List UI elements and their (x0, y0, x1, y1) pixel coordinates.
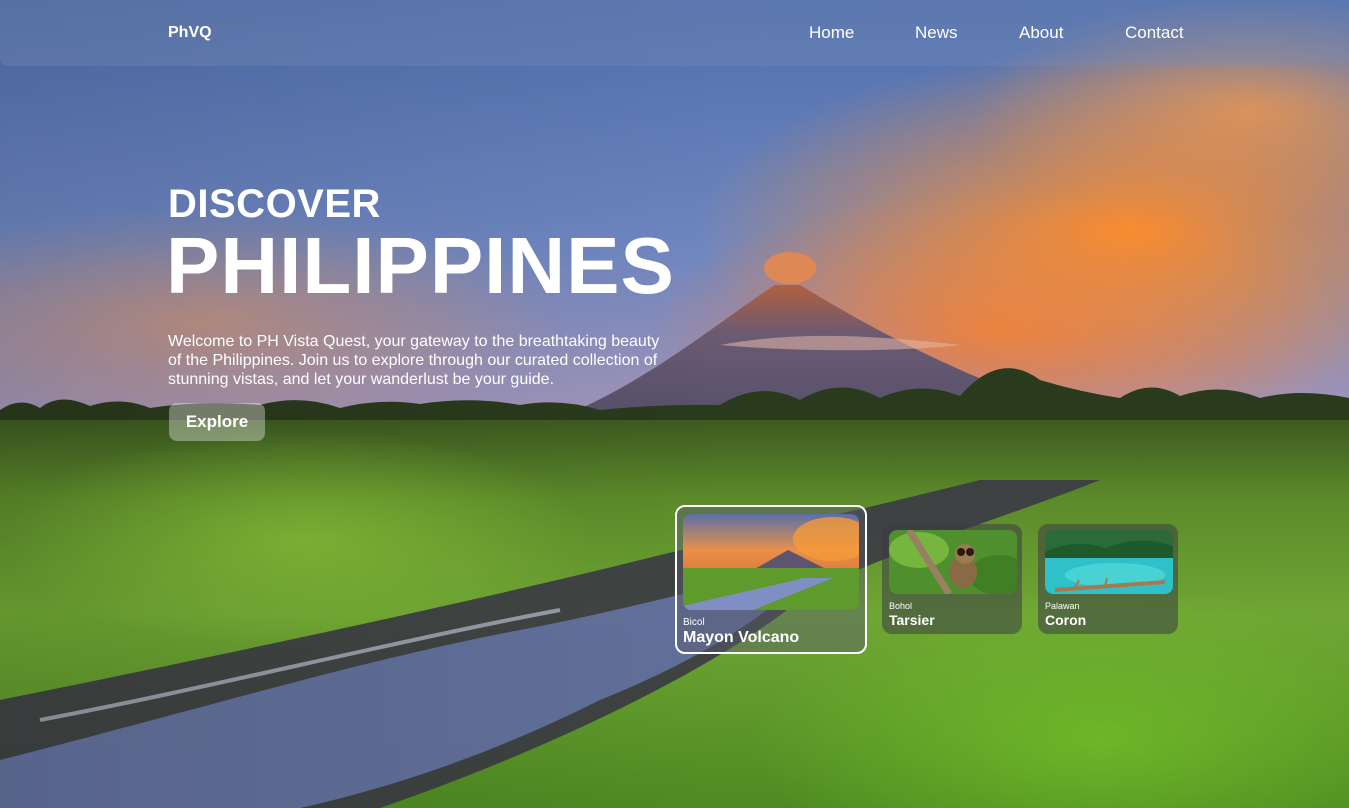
mayon-thumbnail (683, 514, 859, 610)
brand-logo[interactable]: PhVQ (168, 24, 212, 42)
hero-description: Welcome to PH Vista Quest, your gateway … (168, 333, 660, 388)
destination-card-coron[interactable]: Palawan Coron (1038, 524, 1178, 634)
tarsier-thumbnail (889, 530, 1017, 594)
destination-card-tarsier[interactable]: Bohol Tarsier (882, 524, 1022, 634)
nav-about[interactable]: About (1019, 23, 1063, 43)
card-region: Bicol (683, 617, 705, 628)
coron-thumbnail (1045, 530, 1173, 594)
nav-news[interactable]: News (915, 23, 958, 43)
card-name: Mayon Volcano (683, 629, 800, 646)
nav-home[interactable]: Home (809, 23, 854, 43)
card-region: Bohol (889, 601, 913, 611)
card-name: Coron (1045, 612, 1087, 628)
card-name: Tarsier (889, 612, 935, 628)
destination-card-mayon[interactable]: Bicol Mayon Volcano (675, 505, 867, 654)
explore-button[interactable]: Explore (169, 403, 265, 441)
top-navbar: PhVQ Home News About Contact (0, 0, 1349, 66)
card-region: Palawan (1045, 601, 1080, 611)
nav-contact[interactable]: Contact (1125, 23, 1184, 43)
hero-title: PHILIPPINES (166, 221, 675, 310)
